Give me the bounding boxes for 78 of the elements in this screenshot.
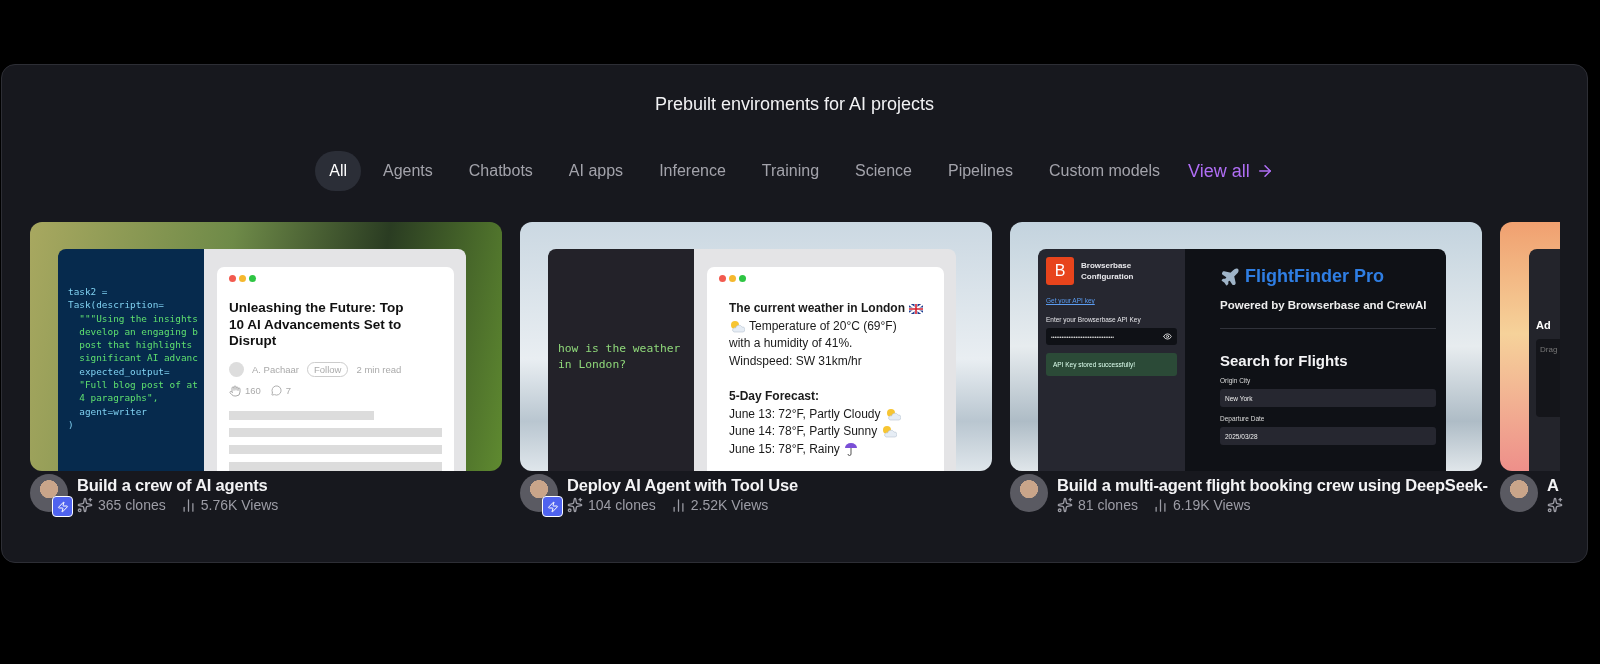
code-line: ) (68, 417, 75, 432)
airplane-icon (1220, 266, 1240, 287)
category-tab[interactable]: Pipelines (934, 151, 1027, 191)
sparkles-icon (567, 497, 583, 513)
author-avatar (229, 361, 244, 377)
app-subtitle: Powered by Browserbase and CrewAI (1220, 299, 1428, 311)
category-tab[interactable]: Agents (369, 151, 447, 191)
clone-count: 104 clones (588, 497, 656, 513)
template-title[interactable]: Deploy AI Agent with Tool Use (567, 475, 798, 495)
template-title[interactable]: A (1547, 475, 1563, 495)
code-line: expected_output= (78, 364, 171, 379)
reply-text: June 14: 78°F, Partly Sunny (729, 423, 878, 440)
reply-text: June 15: 78°F, Rainy (729, 440, 840, 458)
reply-text: Temperature of 20°C (69°F) (749, 317, 897, 335)
umbrella-icon (843, 442, 858, 457)
show-password-icon[interactable] (1163, 332, 1172, 341)
minimize-dot (239, 275, 246, 282)
code-line: "Full blog post of at (78, 378, 199, 392)
code-line: significant AI advanc (78, 351, 199, 365)
code-line: """Using the insights (78, 311, 199, 325)
sparkles-icon (77, 497, 93, 513)
category-tab[interactable]: Training (747, 151, 834, 191)
close-dot (719, 275, 726, 282)
section-heading: Prebuilt enviroments for AI projects (654, 93, 935, 116)
lightning-badge (542, 496, 563, 517)
comment-count: 7 (285, 385, 292, 396)
bar-chart-icon (180, 497, 196, 513)
code-line: task2 = (68, 285, 109, 299)
code-line: develop an engaging b (78, 324, 199, 339)
app-title: FlightFinder Pro (1245, 266, 1384, 287)
clone-count: 365 clones (98, 497, 166, 513)
bar-chart-icon (1152, 497, 1168, 513)
view-count: 5.76K Views (200, 497, 279, 513)
template-title[interactable]: Build a multi-agent flight booking crew using DeepSeek- (1057, 475, 1488, 495)
view-all-link[interactable]: View all (1188, 160, 1274, 182)
drop-zone[interactable]: Drag (1536, 339, 1560, 417)
article-title: Unleashing the Future: Top 10 AI Advancements Set to Disrupt (229, 300, 405, 350)
category-tab[interactable]: Chatbots (454, 151, 547, 191)
close-dot (229, 275, 236, 282)
reply-text: 5-Day Forecast: (729, 388, 820, 405)
sidebar-title: Browserbase Configuration (1081, 260, 1135, 282)
category-tab[interactable]: All (315, 151, 361, 191)
author-name: A. Pachaar (252, 363, 299, 375)
bar-chart-icon (670, 497, 686, 513)
code-line: post that highlights (78, 338, 194, 352)
panel-heading: Ad (1536, 319, 1552, 331)
code-line: Task(description= (68, 298, 165, 312)
sun-cloud-icon (729, 319, 745, 333)
clone-count: 81 clones (1078, 497, 1138, 513)
view-count: 6.19K Views (1172, 497, 1251, 513)
lightning-badge (52, 496, 73, 517)
template-title[interactable]: Build a crew of AI agents (77, 475, 289, 495)
clap-count: 160 (245, 385, 261, 396)
prompt-text: how is the weather in London? (548, 249, 694, 471)
category-tab[interactable]: Science (841, 151, 926, 191)
minimize-dot (729, 275, 736, 282)
category-tab[interactable]: AI apps (554, 151, 638, 191)
flag-icon (909, 303, 923, 314)
view-count: 2.52K Views (690, 497, 769, 513)
code-line: 4 paragraphs", (78, 391, 160, 405)
code-line: agent=writer (78, 404, 149, 418)
reply-text: Windspeed: SW 31km/hr (729, 352, 862, 370)
sparkles-icon (1547, 497, 1563, 513)
reply-text: June 13: 72°F, Partly Cloudy (729, 405, 881, 423)
sun-cloud-icon (881, 425, 898, 439)
reply-text: with a humidity of 41%. (729, 335, 853, 352)
maximize-dot (739, 275, 746, 282)
app-logo: B (1046, 257, 1074, 285)
category-tab[interactable]: Inference (645, 151, 740, 191)
category-tab[interactable]: Custom models (1034, 151, 1175, 191)
read-time: 2 min read (356, 363, 402, 375)
sun-cloud-icon (884, 407, 901, 421)
clap-icon (229, 384, 241, 397)
comment-icon (270, 385, 282, 396)
section-title: Search for Flights (1220, 352, 1349, 369)
sparkles-icon (1057, 497, 1073, 513)
reply-text: The current weather in London (729, 300, 905, 317)
maximize-dot (249, 275, 256, 282)
